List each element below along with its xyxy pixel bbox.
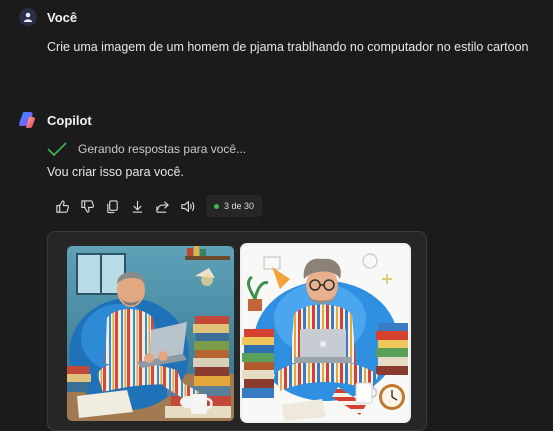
share-button[interactable] — [150, 195, 175, 217]
user-name: Você — [47, 10, 78, 25]
thumbs-up-button[interactable] — [50, 195, 75, 217]
generated-image-2[interactable] — [240, 243, 411, 423]
generation-status: Gerando respostas para você... — [47, 142, 246, 156]
download-icon — [132, 200, 143, 213]
user-prompt: Crie uma imagem de um homem de pjama tra… — [47, 40, 529, 54]
read-aloud-button[interactable] — [175, 195, 200, 217]
copilot-logo-icon — [18, 111, 36, 129]
copilot-name: Copilot — [47, 113, 92, 128]
thumbs-up-icon — [56, 199, 70, 213]
user-icon — [24, 12, 32, 22]
user-avatar — [19, 8, 37, 26]
status-dot — [214, 203, 219, 209]
thumbs-down-icon — [81, 199, 95, 213]
generated-image-1[interactable] — [67, 246, 234, 421]
response-counter: 3 de 30 — [224, 201, 255, 211]
message-actions: 3 de 30 — [50, 195, 263, 217]
copy-button[interactable] — [100, 195, 125, 217]
share-icon — [156, 200, 169, 213]
thumbs-down-button[interactable] — [75, 195, 100, 217]
speaker-icon — [181, 200, 195, 212]
download-button[interactable] — [125, 195, 150, 217]
checkmark-icon — [47, 142, 67, 156]
status-text: Gerando respostas para você... — [78, 142, 247, 156]
copy-icon — [107, 199, 118, 213]
copilot-reply: Vou criar isso para você. — [47, 165, 184, 179]
response-counter-badge: 3 de 30 — [206, 195, 263, 217]
